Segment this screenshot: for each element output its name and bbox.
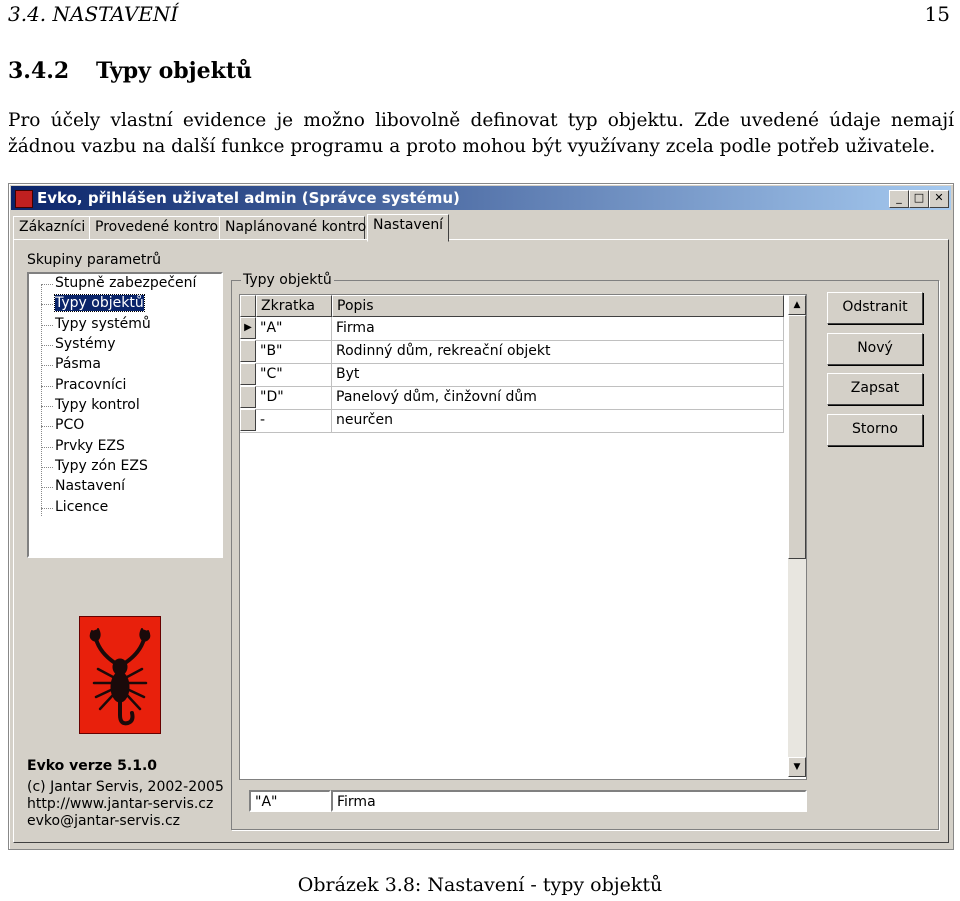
tree-item-pasma[interactable]: Pásma: [55, 356, 101, 372]
row-indicator[interactable]: [240, 386, 256, 408]
minimize-button[interactable]: _: [889, 190, 909, 208]
tree-branch: [41, 426, 53, 427]
tree-item-typy-systemu[interactable]: Typy systémů: [55, 316, 151, 332]
tab-zakaznici[interactable]: Zákazníci: [13, 216, 93, 240]
tree-item-typy-objektu[interactable]: Typy objektů: [54, 294, 145, 312]
grid-vertical-scrollbar[interactable]: ▲ ▼: [788, 295, 806, 777]
parameter-groups-label: Skupiny parametrů: [27, 252, 161, 268]
app-email-link[interactable]: evko@jantar-servis.cz: [27, 813, 180, 829]
scorpion-logo: [79, 616, 161, 734]
page-header-section: 3.4. NASTAVENÍ: [8, 2, 179, 26]
tree-item-typy-kontrol[interactable]: Typy kontrol: [55, 397, 140, 413]
tree-branch: [41, 467, 53, 468]
new-button[interactable]: Nový: [827, 333, 923, 365]
save-button[interactable]: Zapsat: [827, 373, 923, 405]
tree-branch: [41, 365, 53, 366]
cell-zkratka[interactable]: -: [256, 409, 332, 432]
column-header-popis[interactable]: Popis: [332, 295, 784, 317]
row-indicator[interactable]: [240, 409, 256, 431]
table-row[interactable]: "D" Panelový dům, činžovní dům: [240, 386, 784, 410]
cell-popis[interactable]: Firma: [332, 317, 784, 340]
cell-zkratka[interactable]: "C": [256, 363, 332, 386]
tree-branch: [41, 508, 53, 509]
table-row[interactable]: - neurčen: [240, 409, 784, 433]
tree-branch: [41, 487, 53, 488]
maximize-button[interactable]: □: [909, 190, 929, 208]
cell-popis[interactable]: Byt: [332, 363, 784, 386]
column-header-zkratka[interactable]: Zkratka: [256, 295, 332, 317]
cancel-button[interactable]: Storno: [827, 414, 923, 446]
tree-branch: [41, 386, 53, 387]
table-row[interactable]: ▶ "A" Firma: [240, 317, 784, 341]
cell-zkratka[interactable]: "D": [256, 386, 332, 409]
section-number: 3.4.2: [8, 58, 70, 84]
window-titlebar[interactable]: Evko, přihlášen uživatel admin (Správce …: [11, 186, 951, 210]
tree-branch: [41, 304, 53, 305]
parameter-tree[interactable]: Stupně zabezpečení Typy objektů Typy sys…: [27, 272, 223, 558]
app-icon: [15, 190, 33, 208]
tree-branch: [41, 406, 53, 407]
delete-button[interactable]: Odstranit: [827, 292, 923, 324]
scroll-down-icon[interactable]: ▼: [788, 757, 806, 777]
tree-item-nastaveni[interactable]: Nastavení: [55, 478, 125, 494]
close-button[interactable]: ✕: [929, 190, 949, 208]
app-website-link[interactable]: http://www.jantar-servis.cz: [27, 796, 213, 812]
zkratka-edit-field[interactable]: "A": [249, 790, 331, 812]
tree-item-licence[interactable]: Licence: [55, 499, 108, 515]
grid-corner: [240, 295, 256, 317]
section-heading: 3.4.2 Typy objektů: [8, 58, 252, 84]
cell-popis[interactable]: Panelový dům, činžovní dům: [332, 386, 784, 409]
scroll-up-icon[interactable]: ▲: [788, 295, 806, 315]
intro-paragraph: Pro účely vlastní evidence je možno libo…: [8, 110, 954, 157]
cell-zkratka[interactable]: "A": [256, 317, 332, 340]
page-number: 15: [924, 2, 950, 26]
figure-caption: Obrázek 3.8: Nastavení - typy objektů: [297, 874, 663, 896]
tree-item-stupne-zabezpeceni[interactable]: Stupně zabezpečení: [55, 275, 196, 291]
tree-branch: [41, 345, 53, 346]
popis-edit-field[interactable]: Firma: [331, 790, 807, 812]
app-version: Evko verze 5.1.0: [27, 758, 158, 774]
tree-connector: [41, 284, 42, 516]
row-indicator-current-icon[interactable]: ▶: [240, 317, 256, 339]
section-title: Typy objektů: [96, 58, 252, 84]
tree-item-systemy[interactable]: Systémy: [55, 336, 116, 352]
cell-popis[interactable]: Rodinný dům, rekreační objekt: [332, 340, 784, 363]
tree-item-pco[interactable]: PCO: [55, 417, 84, 433]
window-title: Evko, přihlášen uživatel admin (Správce …: [37, 189, 460, 207]
tree-branch: [41, 447, 53, 448]
app-copyright: (c) Jantar Servis, 2002-2005: [27, 779, 224, 795]
object-types-grid[interactable]: Zkratka Popis ▶ "A" Firma "B" Rodinný dů…: [239, 294, 807, 780]
tree-item-typy-zon-ezs[interactable]: Typy zón EZS: [55, 458, 148, 474]
table-row[interactable]: "B" Rodinný dům, rekreační objekt: [240, 340, 784, 364]
tree-branch: [41, 284, 53, 285]
app-window: Evko, přihlášen uživatel admin (Správce …: [8, 183, 954, 850]
scrollbar-thumb[interactable]: [788, 315, 806, 559]
table-row[interactable]: "C" Byt: [240, 363, 784, 387]
row-indicator[interactable]: [240, 340, 256, 362]
tab-provedene-kontroly[interactable]: Provedené kontroly: [89, 216, 230, 240]
cell-popis[interactable]: neurčen: [332, 409, 784, 432]
cell-zkratka[interactable]: "B": [256, 340, 332, 363]
scorpion-icon: [89, 628, 151, 726]
tree-branch: [41, 325, 53, 326]
tab-naplanovane-kontroly[interactable]: Naplánované kontroly: [219, 216, 378, 240]
tree-item-pracovnici[interactable]: Pracovníci: [55, 377, 126, 393]
tab-nastaveni[interactable]: Nastavení: [367, 214, 449, 242]
row-indicator[interactable]: [240, 363, 256, 385]
tree-item-prvky-ezs[interactable]: Prvky EZS: [55, 438, 125, 454]
object-types-group-title: Typy objektů: [241, 272, 334, 288]
